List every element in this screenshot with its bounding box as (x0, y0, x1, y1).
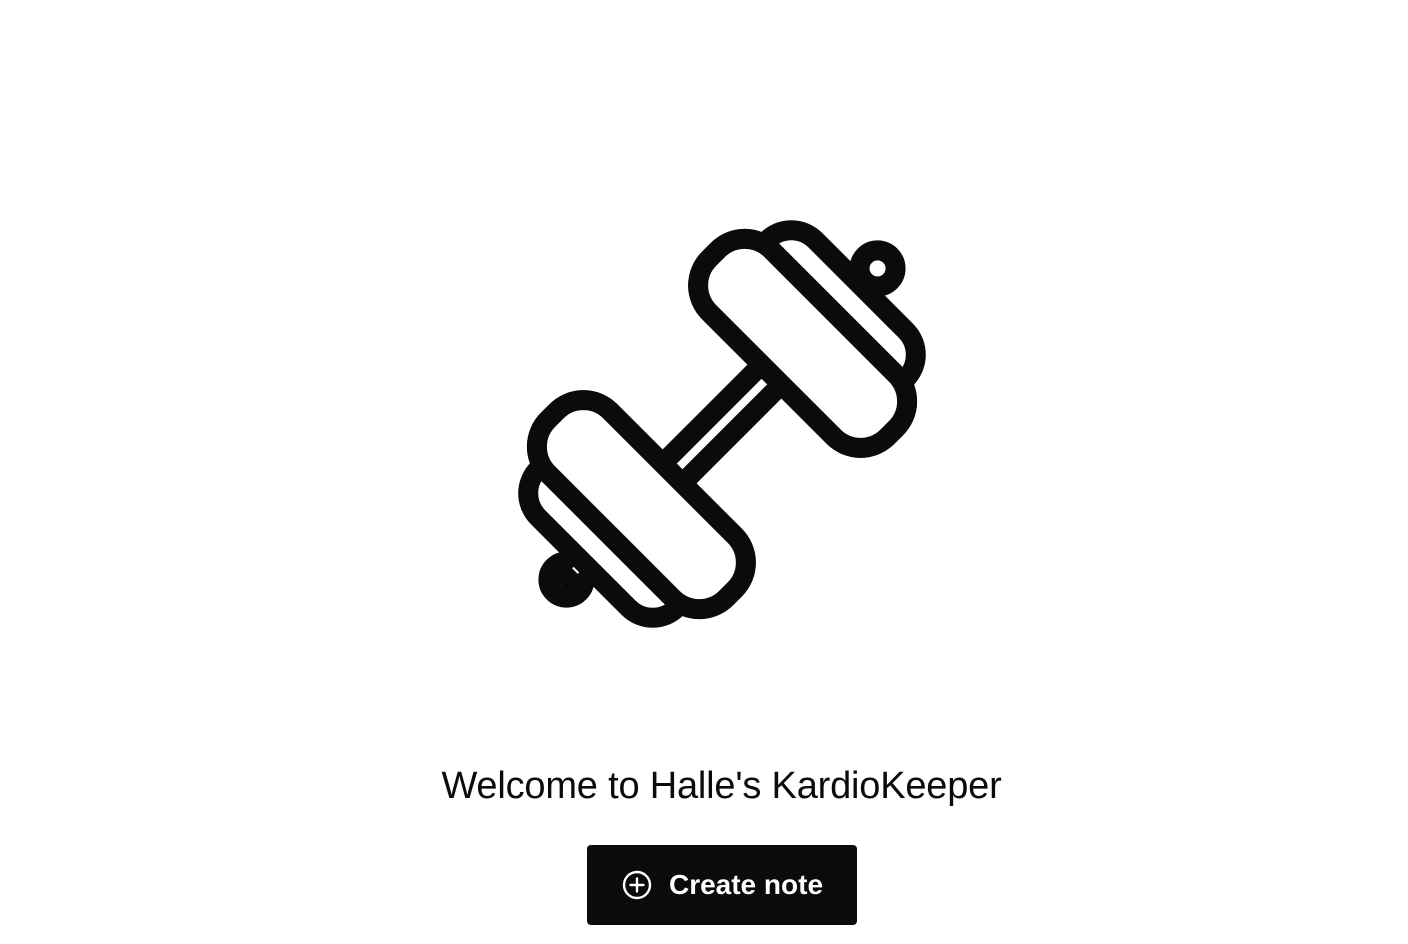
dumbbell-icon (456, 158, 988, 690)
plus-circle-icon (621, 869, 653, 901)
create-note-label: Create note (668, 869, 824, 900)
page-title: Welcome to Halle's KardioKeeper (441, 765, 1002, 807)
welcome-page: Welcome to Halle's KardioKeeper Create n… (0, 0, 1408, 944)
create-note-button[interactable]: Create note (587, 845, 857, 925)
